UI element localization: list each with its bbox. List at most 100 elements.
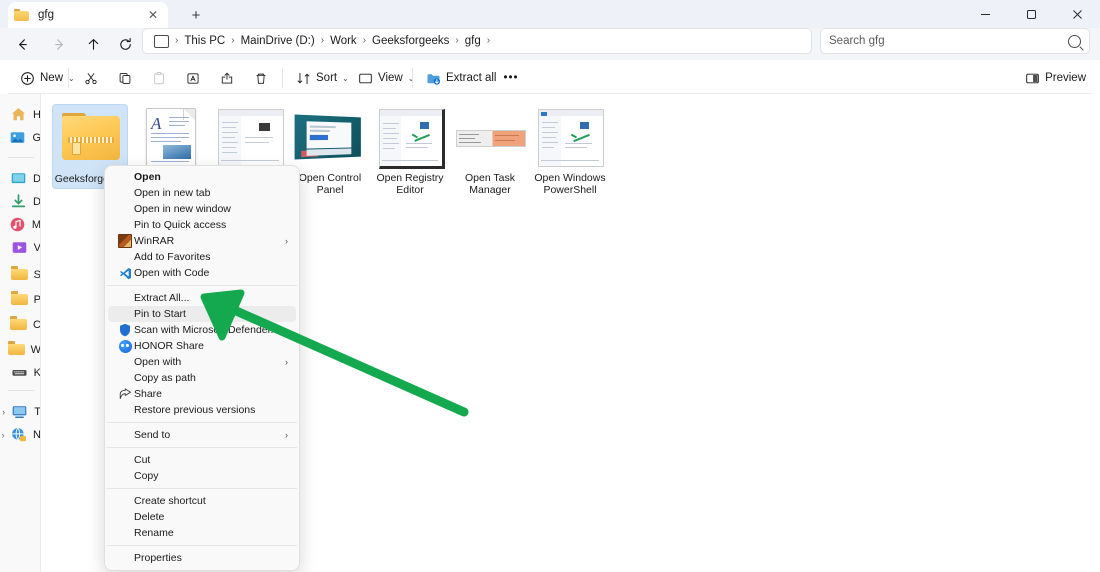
delete-button[interactable] (248, 66, 274, 90)
up-button[interactable] (78, 30, 108, 58)
file-item-window-shot[interactable] (212, 104, 288, 172)
new-tab-button[interactable]: + (185, 4, 207, 26)
paste-button[interactable] (146, 66, 172, 90)
menu-item-label: Pin to Quick access (134, 219, 227, 231)
menu-item-label: Open with Code (134, 267, 210, 279)
menu-item-open-with[interactable]: Open with › (108, 354, 296, 370)
minimize-button[interactable] (962, 0, 1008, 28)
sidebar-item-music[interactable]: M (0, 214, 40, 236)
view-label: View (378, 72, 403, 84)
menu-item-label: Create shortcut (134, 495, 206, 507)
search-input[interactable]: Search gfg (829, 35, 1068, 47)
sidebar-item-this-pc[interactable]: › T (0, 401, 41, 423)
downloads-icon (10, 193, 28, 211)
rename-button[interactable] (180, 66, 206, 90)
menu-item-add-to-favorites[interactable]: Add to Favorites (108, 249, 296, 265)
close-icon[interactable]: ✕ (144, 6, 162, 24)
extract-all-button[interactable]: Extract all (420, 66, 503, 90)
menu-item-open-with-code[interactable]: Open with Code (108, 265, 296, 281)
menu-item-open-in-new-window[interactable]: Open in new window (108, 201, 296, 217)
menu-item-extract-all[interactable]: Extract All... (108, 290, 296, 306)
menu-item-copy-as-path[interactable]: Copy as path (108, 370, 296, 386)
cut-button[interactable] (78, 66, 104, 90)
music-icon (9, 216, 27, 234)
menu-item-open[interactable]: Open (108, 169, 296, 185)
menu-item-honor-share[interactable]: HONOR Share (108, 338, 296, 354)
sidebar-item-gallery[interactable]: G (0, 127, 40, 149)
menu-item-properties[interactable]: Properties (108, 550, 296, 566)
sidebar-item-label: T (34, 406, 41, 418)
menu-item-pin-to-quick-access[interactable]: Pin to Quick access (108, 217, 296, 233)
breadcrumb-item-this-pc[interactable]: This PC (179, 33, 230, 49)
sidebar-item-folder-2[interactable]: P (0, 289, 41, 311)
sidebar-item-network[interactable]: › N (0, 424, 40, 446)
sidebar-item-home[interactable]: H (0, 104, 40, 126)
context-menu[interactable]: Open Open in new tab Open in new window … (104, 165, 300, 571)
menu-item-scan-with-microsoft-defender[interactable]: Scan with Microsoft Defender... (108, 322, 296, 338)
menu-item-restore-previous-versions[interactable]: Restore previous versions (108, 402, 296, 418)
more-options-button[interactable]: ••• (498, 66, 524, 90)
share-button[interactable] (214, 66, 240, 90)
menu-item-create-shortcut[interactable]: Create shortcut (108, 493, 296, 509)
menu-item-winrar[interactable]: WinRAR › (108, 233, 296, 249)
sidebar-item-label: W (30, 344, 41, 356)
menu-item-pin-to-start[interactable]: Pin to Start (108, 306, 296, 322)
tab-gfg[interactable]: gfg ✕ (8, 2, 168, 28)
menu-item-share[interactable]: Share (108, 386, 296, 402)
file-item-open-task-manager[interactable]: Open Task Manager (452, 104, 528, 196)
folder-icon (11, 266, 29, 284)
menu-item-copy[interactable]: Copy (108, 468, 296, 484)
menu-item-rename[interactable]: Rename (108, 525, 296, 541)
chevron-right-icon: › (285, 429, 288, 440)
this-pc-monitor-icon (154, 34, 169, 49)
honor-share-icon (116, 339, 134, 353)
vscode-icon (116, 266, 134, 280)
new-button[interactable]: New ⌄ (14, 66, 81, 90)
sidebar-item-keyboard[interactable]: K (0, 362, 40, 384)
breadcrumb-item-geeksforgeeks[interactable]: Geeksforgeeks (367, 33, 454, 49)
sort-button[interactable]: Sort ⌄ (290, 66, 355, 90)
file-item-document[interactable]: A (132, 104, 208, 172)
close-window-button[interactable] (1054, 0, 1100, 28)
chevron-right-icon: › (455, 35, 459, 46)
copy-button[interactable] (112, 66, 138, 90)
breadcrumb-item-work[interactable]: Work (325, 33, 362, 49)
menu-item-delete[interactable]: Delete (108, 509, 296, 525)
sidebar-divider (8, 390, 34, 391)
navigation-pane[interactable]: H G D D M V S P C W K › T › N (0, 94, 41, 572)
breadcrumb-root-icon-wrap[interactable] (149, 33, 174, 50)
sidebar-item-downloads[interactable]: D (0, 191, 40, 213)
sidebar-item-label: P (33, 294, 41, 306)
sidebar-item-folder-4[interactable]: W (0, 339, 41, 361)
sidebar-item-folder-1[interactable]: S (0, 264, 40, 286)
menu-item-label: Restore previous versions (134, 404, 256, 416)
menu-item-send-to[interactable]: Send to › (108, 427, 296, 443)
chevron-right-icon[interactable]: › (0, 430, 6, 440)
file-name: Open Registry Editor (376, 172, 444, 196)
refresh-button[interactable] (110, 30, 140, 58)
forward-button[interactable] (44, 30, 74, 58)
preview-pane-button[interactable]: Preview (1019, 66, 1092, 90)
breadcrumb[interactable]: › This PC › MainDrive (D:) › Work › Geek… (142, 28, 812, 54)
winrar-icon (116, 234, 134, 248)
chevron-right-icon: › (231, 35, 235, 46)
network-icon (10, 426, 28, 444)
back-button[interactable] (7, 30, 37, 58)
search-box[interactable]: Search gfg (820, 28, 1090, 54)
sidebar-item-videos[interactable]: V (0, 237, 40, 259)
maximize-button[interactable] (1008, 0, 1054, 28)
breadcrumb-item-gfg[interactable]: gfg (460, 33, 486, 49)
view-button[interactable]: View ⌄ (352, 66, 420, 90)
breadcrumb-item-maindrive[interactable]: MainDrive (D:) (236, 33, 320, 49)
menu-item-label: Pin to Start (134, 308, 186, 320)
chevron-right-icon[interactable]: › (0, 407, 7, 417)
folder-icon (8, 341, 26, 359)
sidebar-item-folder-3[interactable]: C (0, 314, 40, 336)
file-item-open-control-panel[interactable]: Open Control Panel (292, 104, 368, 196)
sidebar-item-desktop[interactable]: D (0, 168, 40, 190)
file-item-open-windows-powershell[interactable]: Open Windows PowerShell (532, 104, 608, 196)
menu-item-open-in-new-tab[interactable]: Open in new tab (108, 185, 296, 201)
extract-all-label: Extract all (446, 72, 497, 84)
menu-item-cut[interactable]: Cut (108, 452, 296, 468)
file-item-open-registry-editor[interactable]: Open Registry Editor (372, 104, 448, 196)
